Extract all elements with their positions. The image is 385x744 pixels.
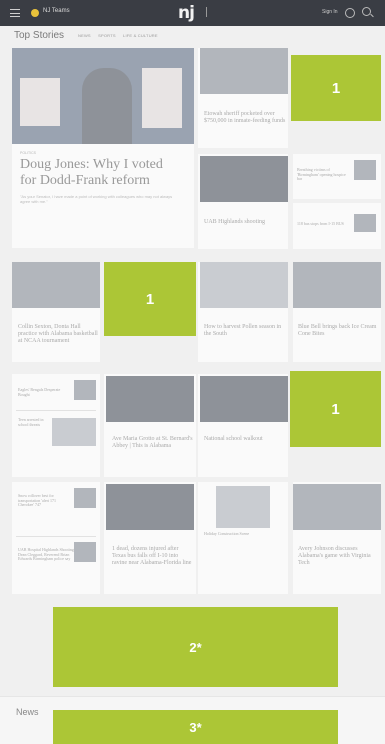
top-stories-title: Top Stories (14, 30, 65, 41)
story-headline[interactable]: Collin Sexton, Donta Hall practice with … (18, 324, 100, 345)
story-image[interactable] (200, 262, 288, 308)
ad-slot[interactable]: 1 (291, 55, 381, 121)
search-icon[interactable] (362, 7, 371, 16)
sign-in-link[interactable]: Sign In (322, 9, 338, 15)
ad-slot-large[interactable]: 2* (53, 607, 338, 687)
story-image[interactable] (293, 262, 381, 308)
divider (16, 536, 96, 537)
story-headline[interactable]: National school walkout (204, 436, 286, 443)
story-headline[interactable]: Holiday Construction Scene (204, 531, 284, 537)
ad-slot-large[interactable]: 3* (53, 710, 338, 744)
section-tabs: NEWS SPORTS LIFE & CULTURE (78, 33, 164, 38)
story-headline[interactable]: 1 dead, dozens injured after Texas bus f… (112, 546, 192, 567)
side-thumbnail[interactable] (354, 214, 376, 232)
side-headline[interactable]: 118 bus stops from I-15 BUS (297, 221, 349, 227)
story-headline[interactable]: Avery Johnson discusses Alabama's game w… (298, 546, 378, 567)
story-image[interactable] (200, 48, 288, 94)
story-headline[interactable]: Blue Bell brings back Ice Cream Cone Bit… (298, 324, 378, 338)
list-thumbnail[interactable] (74, 542, 96, 562)
story-headline[interactable]: Etowah sheriff pocketed over $750,000 in… (204, 111, 286, 125)
story-headline[interactable]: UAB Highlands shooting (204, 219, 286, 226)
story-image[interactable] (216, 486, 270, 528)
speaker-figure (82, 68, 132, 144)
menu-icon[interactable] (10, 9, 20, 17)
story-image[interactable] (106, 376, 194, 422)
ad-slot[interactable]: 1 (104, 262, 196, 336)
lead-headline[interactable]: Doug Jones: Why I voted for Dodd-Frank r… (20, 157, 180, 189)
tab-sports[interactable]: SPORTS (98, 33, 116, 38)
top-navigation-bar: NJ Teams nj Sign In (0, 0, 385, 26)
list-thumbnail[interactable] (52, 418, 96, 446)
list-headline[interactable]: Eagles' Bengals Desperate Bought (18, 387, 68, 397)
account-icon[interactable] (345, 8, 355, 18)
news-section-title: News (16, 707, 39, 717)
side-headline[interactable]: Breathing victims of 'Birmingham' openin… (297, 167, 349, 182)
protest-sign (142, 68, 182, 128)
lead-story-image[interactable] (12, 48, 194, 144)
lead-kicker: POLITICS (20, 151, 36, 155)
location-selector[interactable]: NJ Teams (43, 8, 70, 14)
side-thumbnail[interactable] (354, 160, 376, 180)
tab-news[interactable]: NEWS (78, 33, 91, 38)
story-image[interactable] (200, 376, 288, 422)
story-image[interactable] (200, 156, 288, 202)
list-thumbnail[interactable] (74, 488, 96, 508)
location-icon[interactable] (31, 9, 39, 17)
list-headline[interactable]: Snow rollover best for transportation 'a… (18, 493, 70, 508)
story-headline[interactable]: Ave Maria Grotto at St. Bernard's Abbey … (112, 436, 194, 450)
protest-sign (20, 78, 60, 126)
lead-description: "As your Senator, I have made a point of… (20, 194, 173, 205)
tab-life-culture[interactable]: LIFE & CULTURE (123, 33, 158, 38)
story-image[interactable] (106, 484, 194, 530)
logo-divider (206, 7, 214, 17)
story-image[interactable] (293, 484, 381, 530)
list-headline[interactable]: UAB Hospital Highlands Shooting | Dean C… (18, 547, 78, 562)
list-headline[interactable]: Teen arrested in school threats (18, 417, 48, 427)
ad-slot[interactable]: 1 (290, 371, 381, 447)
divider (16, 410, 96, 411)
site-logo[interactable]: nj (178, 4, 195, 22)
list-thumbnail[interactable] (74, 380, 96, 400)
story-headline[interactable]: How to harvest Pollen season in the Sout… (204, 324, 286, 338)
story-image[interactable] (12, 262, 100, 308)
